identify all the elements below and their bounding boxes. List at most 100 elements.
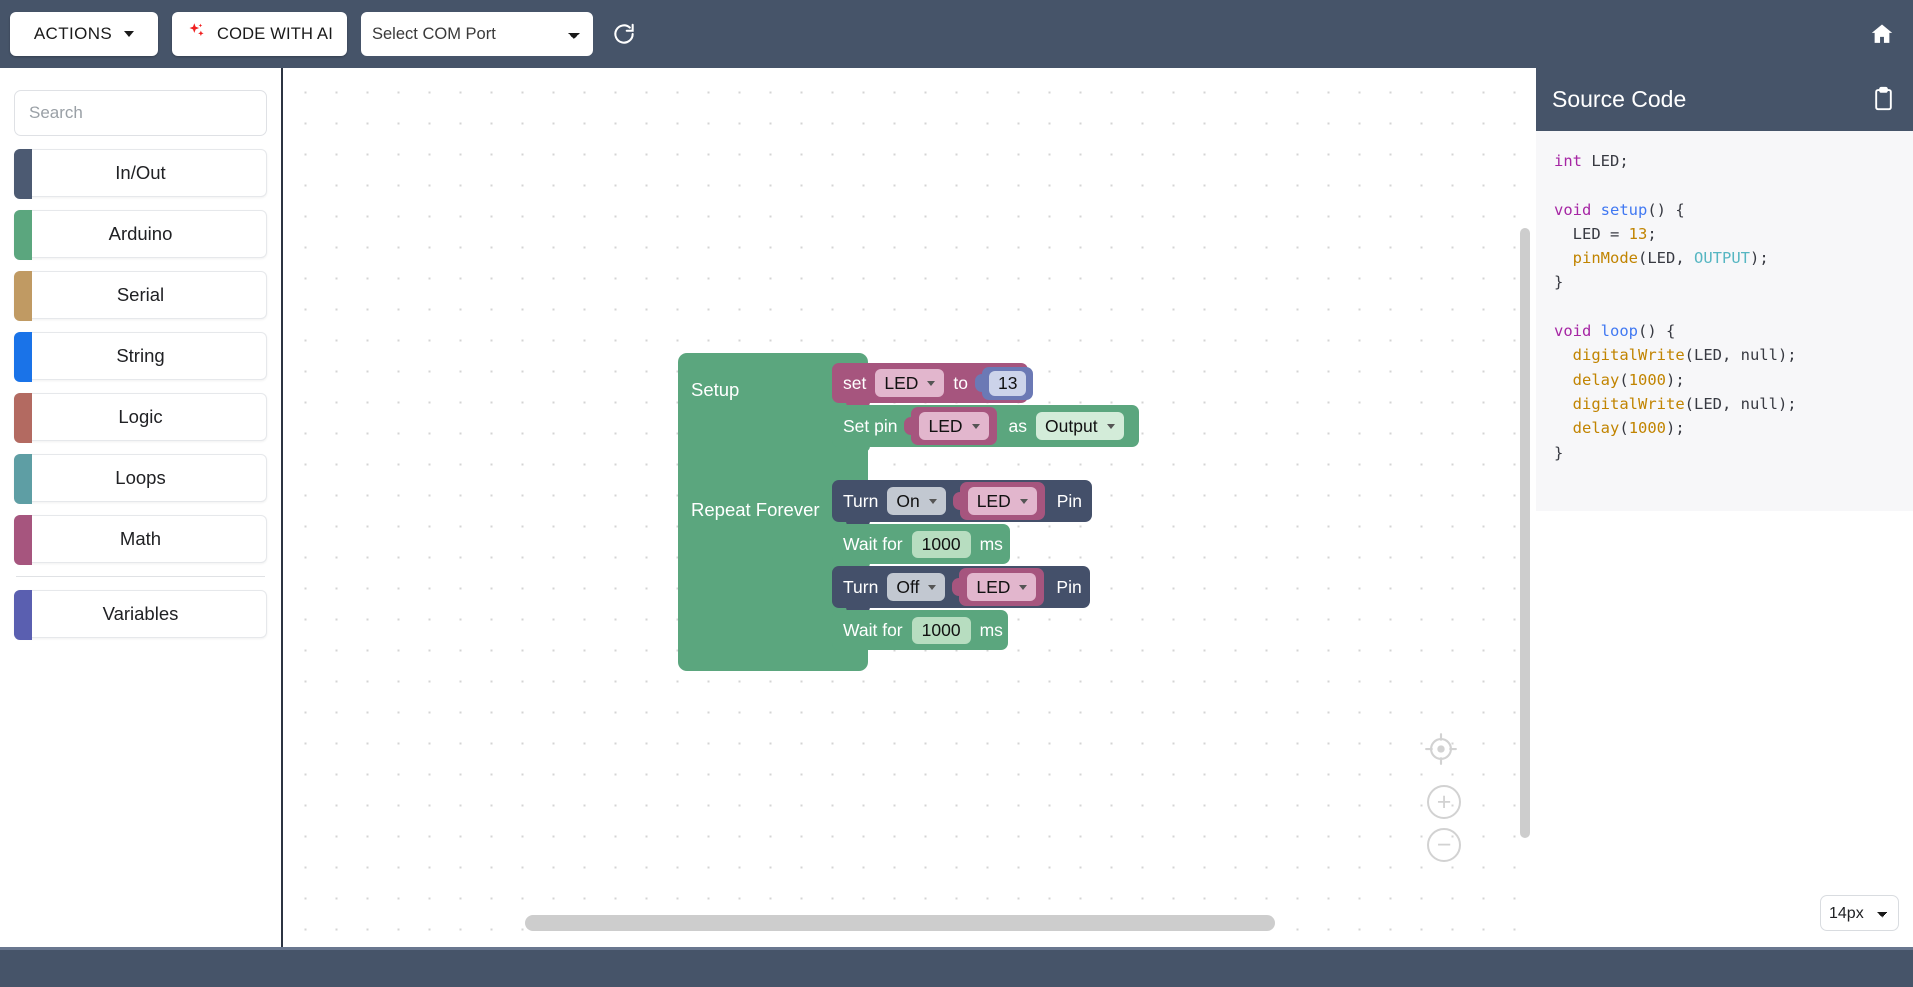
sidebar-item-variables[interactable]: Variables xyxy=(14,590,267,640)
code-token: LED; xyxy=(1582,152,1629,170)
code-token: delay xyxy=(1572,370,1620,389)
code-token: digitalWrite xyxy=(1572,394,1685,413)
category-color-bar xyxy=(14,393,32,443)
wait-block-1-value[interactable]: 1000 xyxy=(911,530,971,558)
set-pin-variable-value: LED xyxy=(928,415,963,436)
code-token: void xyxy=(1554,322,1592,341)
sidebar-item-serial[interactable]: Serial xyxy=(14,271,267,321)
center-target-icon[interactable] xyxy=(1424,732,1458,766)
zoom-out-button[interactable]: − xyxy=(1427,828,1461,862)
sidebar-item-arduino[interactable]: Arduino xyxy=(14,210,267,260)
canvas-vertical-scrollbar[interactable] xyxy=(1520,228,1530,838)
set-pin-block[interactable]: Set pin LED as Output xyxy=(832,405,1139,452)
zoom-out-label: − xyxy=(1436,830,1452,859)
code-line: LED = 13; xyxy=(1554,222,1913,246)
set-pin-mode-dropdown[interactable]: Output xyxy=(1036,412,1124,440)
variable-block[interactable]: LED xyxy=(911,407,997,445)
number-block-value: 13 xyxy=(989,370,1027,396)
code-token: ( xyxy=(1619,419,1629,438)
chevron-down-icon xyxy=(928,498,937,504)
source-code-header: Source Code xyxy=(1536,68,1913,131)
set-variable-name-value: LED xyxy=(884,372,919,393)
sidebar-item-loops[interactable]: Loops xyxy=(14,454,267,504)
font-size-select[interactable]: 14px xyxy=(1820,895,1899,931)
turn-off-prefix: Turn xyxy=(843,576,879,597)
code-line: digitalWrite(LED, null); xyxy=(1554,343,1913,367)
code-token: 1000 xyxy=(1628,419,1667,438)
canvas-left-edge xyxy=(281,68,283,947)
code-token: ); xyxy=(1666,370,1685,389)
sidebar-item-label: Arduino xyxy=(108,223,173,244)
actions-button-label: ACTIONS xyxy=(33,24,113,43)
wait-block-2-prefix: Wait for xyxy=(843,619,903,640)
code-line: void setup() { xyxy=(1554,198,1913,222)
turn-on-state-dropdown[interactable]: On xyxy=(887,487,946,515)
variable-block[interactable]: LED xyxy=(959,482,1045,520)
variable-block[interactable]: LED xyxy=(959,568,1045,606)
code-with-ai-label: CODE WITH AI xyxy=(216,24,334,43)
canvas-horizontal-scrollbar[interactable] xyxy=(525,915,1275,931)
actions-button[interactable]: ACTIONS xyxy=(10,12,158,56)
category-color-bar xyxy=(14,149,32,199)
sidebar-item-variables-wrap: Variables xyxy=(14,590,267,640)
turn-off-block[interactable]: Turn Off LED Pin xyxy=(832,566,1090,613)
clipboard-icon[interactable] xyxy=(1870,86,1897,113)
wait-block-1-suffix: ms xyxy=(979,533,1003,554)
wait-block-1[interactable]: Wait for 1000 ms xyxy=(832,524,1010,569)
turn-off-variable-value: LED xyxy=(976,576,1011,597)
sidebar-item-label: In/Out xyxy=(115,162,166,183)
code-with-ai-button[interactable]: CODE WITH AI xyxy=(172,12,347,56)
number-block[interactable]: 13 xyxy=(982,366,1034,400)
sidebar-item-math[interactable]: Math xyxy=(14,515,267,565)
turn-on-variable-dropdown[interactable]: LED xyxy=(967,487,1037,515)
wait-block-2-value[interactable]: 1000 xyxy=(911,616,971,644)
chevron-down-icon xyxy=(927,380,936,386)
source-code-title: Source Code xyxy=(1552,86,1687,112)
source-code-panel: Source Code int LED; void setup() { LED … xyxy=(1536,68,1913,947)
sidebar-item-logic[interactable]: Logic xyxy=(14,393,267,443)
zoom-in-button[interactable]: + xyxy=(1427,785,1461,819)
sidebar-item-in-out[interactable]: In/Out xyxy=(14,149,267,199)
code-line: delay(1000); xyxy=(1554,416,1913,440)
sidebar-item-logic-wrap: Logic xyxy=(14,393,267,443)
code-token: (LED, xyxy=(1638,249,1694,268)
refresh-icon[interactable] xyxy=(609,19,639,49)
code-line: void loop() { xyxy=(1554,319,1913,343)
set-pin-variable-dropdown[interactable]: LED xyxy=(919,412,989,440)
code-token: } xyxy=(1554,273,1564,292)
chevron-down-icon xyxy=(971,423,980,429)
sidebar-item-label: Variables xyxy=(102,603,179,624)
code-token: delay xyxy=(1572,419,1620,438)
turn-off-variable-dropdown[interactable]: LED xyxy=(967,573,1037,601)
set-variable-name-dropdown[interactable]: LED xyxy=(875,369,945,397)
sidebar-item-string[interactable]: String xyxy=(14,332,267,382)
sidebar-item-label: Serial xyxy=(116,284,165,305)
turn-off-state-dropdown[interactable]: Off xyxy=(887,573,946,601)
wait-block-2[interactable]: Wait for 1000 ms xyxy=(832,610,1008,650)
code-token: pinMode xyxy=(1572,249,1638,268)
code-token: setup xyxy=(1600,200,1648,219)
code-token: LED = xyxy=(1554,224,1629,243)
turn-off-suffix: Pin xyxy=(1056,576,1082,597)
sidebar-item-in-out-wrap: In/Out xyxy=(14,149,267,199)
blocks-canvas[interactable]: Setup Repeat Forever set LED to 13 Set p… xyxy=(281,68,1536,947)
set-variable-block[interactable]: set LED to 13 xyxy=(832,363,1034,408)
code-token: ); xyxy=(1750,249,1769,268)
code-line: int LED; xyxy=(1554,149,1913,173)
set-variable-prefix: set xyxy=(843,372,867,393)
search-input[interactable] xyxy=(14,90,267,136)
code-token: () { xyxy=(1638,322,1676,341)
chevron-down-icon xyxy=(928,584,937,590)
turn-on-block[interactable]: Turn On LED Pin xyxy=(832,480,1092,527)
repeat-forever-label: Repeat Forever xyxy=(691,499,820,520)
chevron-down-icon xyxy=(1019,498,1028,504)
com-port-select[interactable]: Select COM Port xyxy=(361,12,593,56)
home-icon[interactable] xyxy=(1865,17,1899,51)
